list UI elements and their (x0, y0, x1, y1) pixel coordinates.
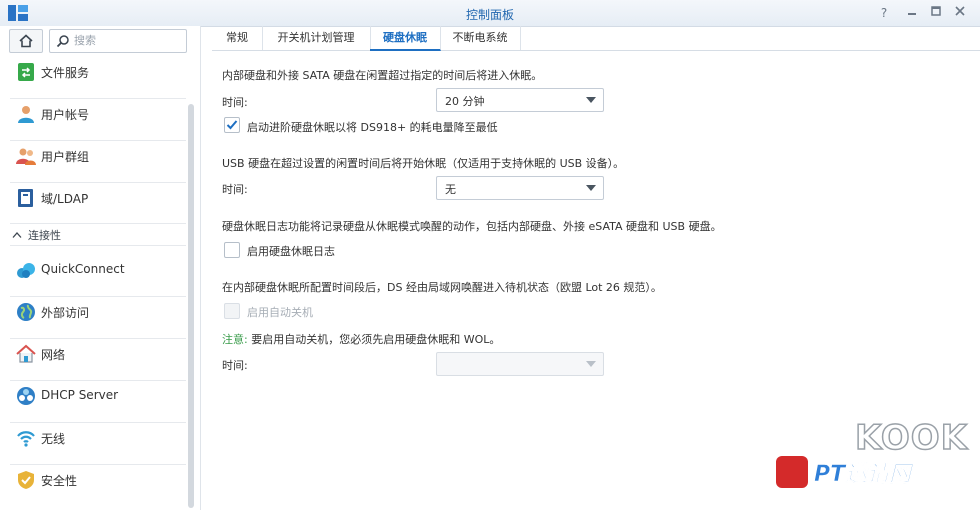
dropdown-arrow-icon (586, 185, 596, 191)
sidebar-item-domain-ldap[interactable]: 域/LDAP (0, 178, 188, 218)
sidebar-item-wireless[interactable]: 无线 (0, 418, 188, 458)
tab-bar: 常规 开关机计划管理 硬盘休眠 不断电系统 (212, 26, 980, 51)
internal-time-select[interactable]: 20 分钟 (436, 88, 604, 112)
divider (10, 245, 186, 246)
tab-ups[interactable]: 不断电系统 (440, 26, 521, 50)
sidebar-item-file-services[interactable]: 文件服务 (0, 52, 188, 92)
home-button[interactable] (9, 29, 43, 53)
sidebar-item-external-access[interactable]: 外部访问 (0, 292, 188, 332)
help-icon[interactable]: ? (876, 5, 892, 21)
user-icon (18, 106, 34, 123)
checkmark-icon (226, 120, 238, 130)
home-icon (19, 34, 33, 48)
sidebar-item-security[interactable]: 安全性 (0, 460, 188, 500)
window-titlebar: 控制面板 ? (0, 0, 980, 27)
search-input[interactable] (74, 32, 180, 48)
sidebar-item-label: 网络 (41, 348, 66, 362)
shutdown-time-select[interactable] (436, 352, 604, 376)
dhcp-icon (17, 387, 35, 405)
divider (10, 223, 186, 224)
wifi-icon (17, 431, 35, 447)
sidebar: 文件服务 用户帐号 用户群组 域/LDAP 连接性 (0, 26, 201, 510)
note-text: 要启用自动关机，您必须先启用硬盘休眠和 WOL。 (247, 333, 501, 346)
sidebar-item-quickconnect[interactable]: QuickConnect (0, 250, 188, 290)
advanced-hibernation-label[interactable]: 启动进阶硬盘休眠以将 DS918+ 的耗电量降至最低 (247, 119, 498, 135)
wol-note: 注意: 要启用自动关机，您必须先启用硬盘休眠和 WOL。 (222, 331, 500, 347)
network-home-icon (16, 344, 36, 363)
sidebar-item-group[interactable]: 用户群组 (0, 136, 188, 176)
internal-time-label: 时间: (222, 96, 248, 109)
auto-shutdown-label: 启用自动关机 (247, 306, 313, 319)
close-icon[interactable] (952, 5, 968, 21)
search-icon (56, 35, 69, 48)
sidebar-item-label: 外部访问 (41, 306, 90, 320)
globe-icon (17, 303, 35, 321)
sidebar-item-user[interactable]: 用户帐号 (0, 94, 188, 134)
dropdown-arrow-icon (586, 361, 596, 367)
hibernation-log-checkbox[interactable] (224, 242, 240, 258)
file-services-icon (18, 63, 34, 81)
sidebar-item-label: QuickConnect (41, 262, 125, 276)
internal-hibernation-description: 内部硬盘和外接 SATA 硬盘在闲置超过指定的时间后将进入休眠。 (222, 69, 543, 82)
sidebar-item-label: 用户帐号 (41, 108, 90, 122)
watermark-logo-icon (776, 456, 808, 488)
watermark: KOOK PT邀请网 (774, 417, 974, 508)
chevron-up-icon (12, 232, 22, 238)
usb-hibernation-description: USB 硬盘在超过设置的闲置时间后将开始休眠（仅适用于支持休眠的 USB 设备）… (222, 157, 625, 170)
shield-icon (18, 471, 34, 489)
sidebar-item-network[interactable]: 网络 (0, 334, 188, 374)
hibernation-log-description: 硬盘休眠日志功能将记录硬盘从休眠模式唤醒的动作，包括内部硬盘、外接 eSATA … (222, 220, 722, 233)
minimize-icon[interactable] (904, 5, 920, 21)
note-prefix: 注意: (222, 333, 248, 346)
watermark-site-name: PT邀请网 (814, 462, 912, 488)
tab-power-schedule[interactable]: 开关机计划管理 (262, 26, 371, 50)
internal-time-value: 20 分钟 (445, 95, 485, 108)
sidebar-scrollbar[interactable] (188, 104, 194, 508)
usb-time-value: 无 (445, 183, 456, 196)
tab-general[interactable]: 常规 (212, 26, 263, 50)
maximize-icon[interactable] (928, 5, 944, 21)
usb-time-select[interactable]: 无 (436, 176, 604, 200)
window-title: 控制面板 (465, 8, 514, 22)
usb-time-label: 时间: (222, 183, 248, 196)
search-box[interactable] (49, 29, 187, 53)
sidebar-item-dhcp[interactable]: DHCP Server (0, 376, 188, 416)
sidebar-item-label: 安全性 (41, 474, 78, 488)
sidebar-item-label: 文件服务 (41, 66, 90, 80)
quickconnect-icon (17, 263, 35, 278)
shutdown-time-label: 时间: (222, 359, 248, 372)
sidebar-item-label: DHCP Server (41, 388, 119, 402)
sidebar-item-label: 用户群组 (41, 150, 90, 164)
advanced-hibernation-checkbox[interactable] (224, 117, 240, 133)
watermark-brand: KOOK (854, 417, 968, 459)
auto-shutdown-checkbox[interactable] (224, 303, 240, 319)
standby-description: 在内部硬盘休眠所配置时间段后，DS 经由局域网唤醒进入待机状态（欧盟 Lot 2… (222, 281, 662, 294)
hibernation-log-label[interactable]: 启用硬盘休眠日志 (247, 243, 335, 259)
domain-icon (18, 189, 33, 207)
tab-hdd-hibernation[interactable]: 硬盘休眠 (370, 26, 441, 51)
group-icon (16, 148, 36, 165)
sidebar-item-label: 无线 (41, 432, 66, 446)
dropdown-arrow-icon (586, 97, 596, 103)
section-label: 连接性 (28, 229, 61, 242)
section-connectivity[interactable]: 连接性 (12, 227, 61, 243)
sidebar-item-label: 域/LDAP (41, 192, 89, 206)
